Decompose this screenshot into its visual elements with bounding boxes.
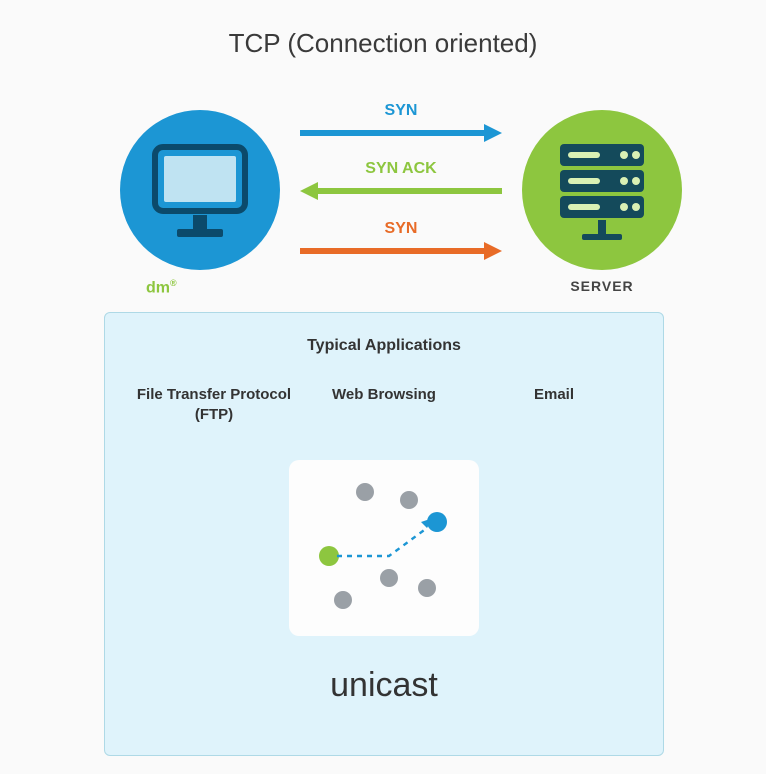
- applications-row: File Transfer Protocol (FTP) Web Browsin…: [105, 385, 663, 426]
- handshake-arrow-2-label: SYN ACK: [298, 160, 504, 178]
- client-label-sup: ®: [170, 278, 177, 288]
- arrow-right-icon: [298, 240, 504, 262]
- page-title: TCP (Connection oriented): [0, 28, 766, 59]
- handshake-arrow-1-label: SYN: [298, 102, 504, 120]
- applications-panel: Typical Applications File Transfer Proto…: [104, 312, 664, 756]
- app-ftp: File Transfer Protocol (FTP): [129, 385, 299, 426]
- server-label: SERVER: [522, 278, 682, 294]
- handshake-arrow-3: SYN: [298, 220, 504, 262]
- client-icon: [120, 110, 280, 270]
- handshake-row: dm® SERVER SYN: [0, 96, 766, 296]
- server-rack-icon: [546, 134, 658, 246]
- client-label: dm®: [120, 278, 280, 297]
- arrow-right-icon: [298, 122, 504, 144]
- unicast-diagram: [289, 460, 479, 636]
- server-icon: [522, 110, 682, 270]
- monitor-icon: [145, 135, 255, 245]
- transmission-mode-label: unicast: [105, 666, 663, 705]
- client-label-text: dm: [146, 279, 170, 296]
- handshake-arrow-2: SYN ACK: [298, 160, 504, 202]
- app-web: Web Browsing: [299, 385, 469, 426]
- network-graph-icon: [299, 470, 469, 626]
- handshake-arrow-3-label: SYN: [298, 220, 504, 238]
- app-email: Email: [469, 385, 639, 426]
- arrow-left-icon: [298, 180, 504, 202]
- panel-heading: Typical Applications: [105, 337, 663, 355]
- handshake-arrow-1: SYN: [298, 102, 504, 144]
